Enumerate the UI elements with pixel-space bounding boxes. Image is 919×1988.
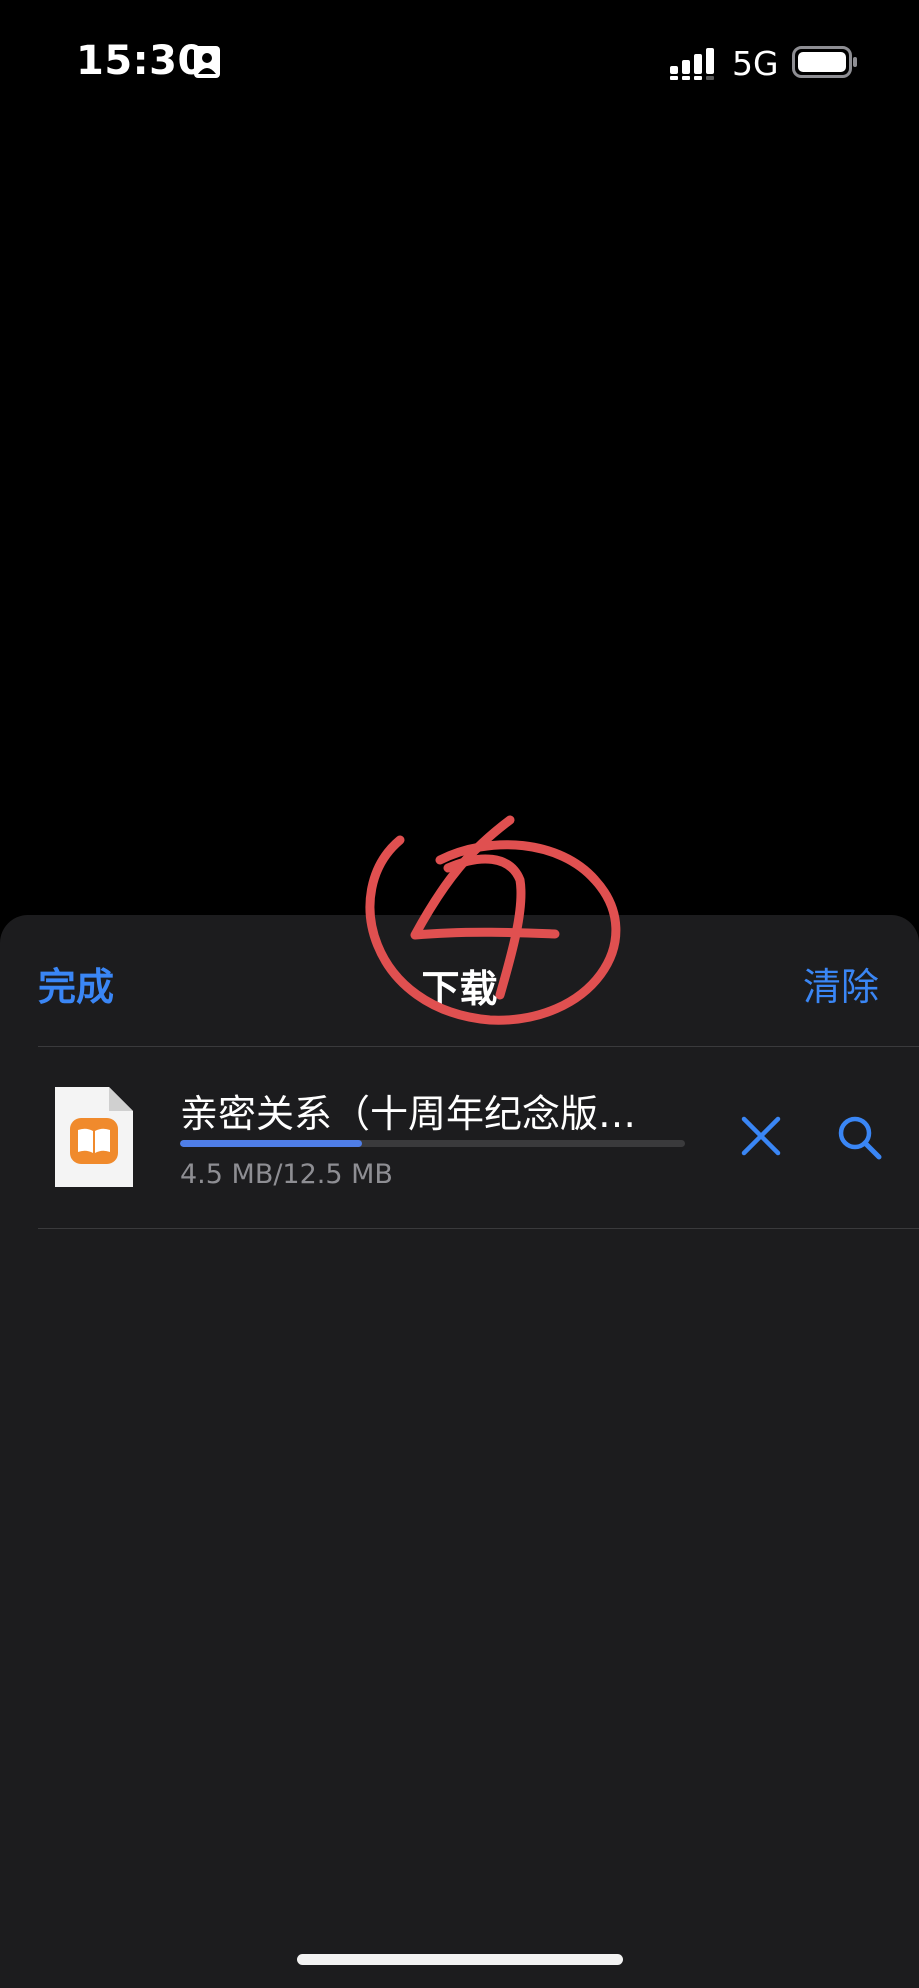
divider bbox=[38, 1228, 919, 1229]
download-progress-fill bbox=[180, 1140, 362, 1147]
download-item[interactable]: 亲密关系（十周年纪念版… 4.5 MB/12.5 MB bbox=[0, 1047, 919, 1227]
sheet-header: 完成 下载 清除 bbox=[0, 915, 919, 1045]
home-indicator[interactable] bbox=[297, 1954, 623, 1965]
network-type: 5G bbox=[732, 44, 779, 83]
contact-card-icon bbox=[194, 46, 220, 78]
cancel-icon[interactable] bbox=[740, 1115, 782, 1157]
battery-icon bbox=[792, 46, 857, 78]
downloads-sheet: 完成 下载 清除 亲密关系（十周年纪念版… 4.5 MB/12.5 MB bbox=[0, 915, 919, 1988]
status-time: 15:30 bbox=[76, 38, 206, 84]
books-file-icon bbox=[55, 1087, 133, 1187]
file-size: 4.5 MB/12.5 MB bbox=[180, 1159, 393, 1190]
sheet-title: 下载 bbox=[421, 967, 498, 1011]
file-name: 亲密关系（十周年纪念版… bbox=[180, 1092, 637, 1136]
signal-bars-icon bbox=[670, 48, 714, 80]
download-progress-bar bbox=[180, 1140, 685, 1147]
clear-button[interactable]: 清除 bbox=[803, 956, 879, 1011]
magnifier-icon[interactable] bbox=[835, 1113, 883, 1161]
status-bar: 15:30 5G bbox=[0, 0, 919, 120]
